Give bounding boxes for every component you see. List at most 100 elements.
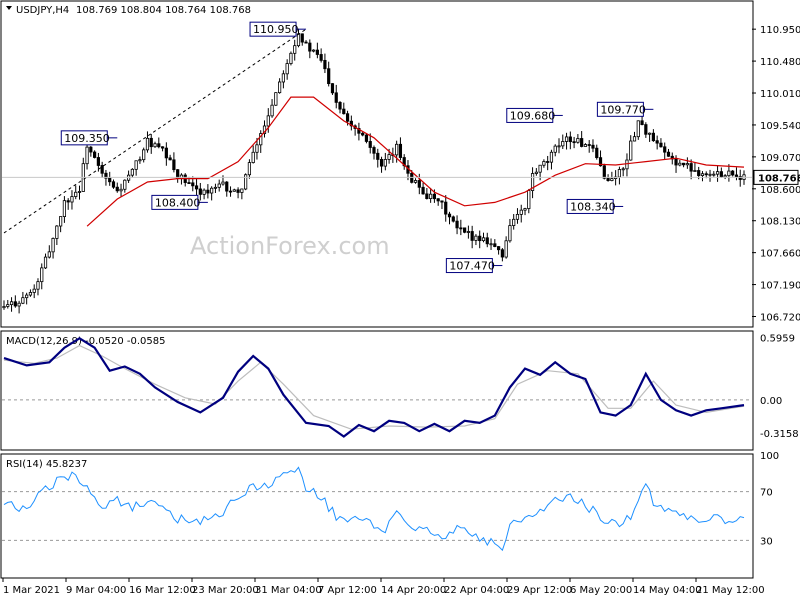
watermark: ActionForex.com [190, 232, 390, 260]
candle-body [508, 225, 512, 242]
candle-body [74, 191, 78, 197]
candle-body [685, 163, 689, 166]
candle-body [66, 200, 70, 203]
macd-tick-label: 0.5959 [760, 334, 795, 345]
candle-body [587, 144, 591, 146]
candle-body [538, 164, 542, 173]
candle-body [236, 189, 240, 193]
candle-body [213, 186, 218, 189]
candle-body [553, 145, 557, 153]
candle-body [666, 151, 671, 157]
candle-body [425, 193, 429, 199]
candle-body [463, 227, 467, 233]
candle-body [451, 216, 455, 222]
candle-body [289, 52, 293, 64]
candle-body [93, 151, 97, 158]
candle-body [546, 161, 550, 163]
candle-body [629, 140, 633, 161]
candle-body [478, 235, 482, 242]
candle-body [485, 237, 489, 245]
price-panel-frame [0, 0, 754, 328]
candle-body [334, 92, 338, 103]
candle-body [293, 45, 297, 54]
time-tick-label: 14 Apr 20:00 [381, 585, 446, 596]
candle-body [179, 174, 184, 179]
price-tick-label: 108.130 [760, 217, 800, 228]
candle-body [372, 147, 376, 154]
candle-body [77, 191, 82, 193]
price-tick-label: 110.480 [760, 57, 800, 68]
candle-body [115, 186, 119, 192]
price-tick-label: 109.540 [760, 121, 800, 132]
rsi-tick-label: 100 [760, 451, 779, 462]
candle-body [134, 160, 138, 170]
candle-body [17, 302, 21, 307]
annotation-label: 109.680 [510, 109, 556, 122]
candle-body [723, 175, 727, 178]
candle-body [255, 144, 259, 153]
candle-body [145, 137, 150, 151]
annotation-label: 107.470 [449, 260, 495, 273]
candle-body [168, 157, 172, 161]
price-tick-label: 109.070 [760, 153, 800, 164]
candle-body [47, 251, 51, 258]
candle-body [519, 209, 523, 215]
time-tick-label: 14 May 04:00 [633, 585, 702, 596]
candle-body [398, 143, 403, 158]
candle-body [383, 159, 387, 167]
candle-body [138, 159, 142, 162]
candle-body [734, 174, 739, 177]
candle-body [674, 158, 678, 166]
candle-body [6, 304, 10, 307]
candle-body [432, 193, 437, 200]
candle-body [300, 33, 304, 43]
candle-body [172, 159, 176, 171]
candle-body [330, 83, 335, 94]
candle-body [459, 227, 463, 230]
candle-body [576, 138, 580, 143]
candle-body [278, 81, 282, 94]
candle-body [304, 41, 308, 44]
candle-body [32, 288, 36, 293]
candle-body [232, 189, 236, 192]
candle-body [621, 168, 625, 171]
candle-body [678, 162, 682, 166]
candle-body [191, 182, 195, 187]
rsi-title: RSI(14) 45.8237 [6, 459, 87, 470]
chart-svg: ActionForex.com USDJPY,H4 108.769 108.80… [0, 0, 800, 596]
candle-body [572, 141, 576, 144]
candle-body [648, 132, 652, 135]
time-tick-label: 1 Mar 2021 [3, 585, 60, 596]
candle-body [123, 179, 127, 190]
rsi-tick-label: 30 [760, 536, 773, 547]
candle-body [315, 49, 319, 55]
candle-body [651, 132, 655, 142]
candle-body [361, 132, 365, 136]
candle-body [119, 188, 123, 192]
candle-body [466, 231, 470, 233]
time-tick-label: 16 Mar 12:00 [129, 585, 196, 596]
candle-body [617, 169, 622, 178]
candle-body [379, 159, 384, 167]
candle-body [444, 201, 448, 215]
candle-body [440, 200, 444, 203]
price-tick-label: 108.600 [760, 185, 800, 196]
candle-body [436, 198, 440, 202]
candle-body [455, 220, 459, 229]
candle-body [663, 146, 667, 153]
candle-body [474, 235, 478, 241]
candle-body [640, 120, 644, 125]
candle-body [523, 208, 527, 211]
candle-body [632, 136, 637, 142]
candle-body [693, 170, 697, 172]
time-tick-label: 22 Apr 04:00 [444, 585, 509, 596]
candle-body [225, 181, 229, 192]
candle-body [153, 143, 157, 148]
candle-body [111, 181, 116, 188]
candle-body [51, 238, 55, 253]
chart-root: ActionForex.com USDJPY,H4 108.769 108.80… [0, 0, 800, 600]
candle-body [395, 143, 399, 156]
candle-body [96, 157, 100, 166]
annotation-label: 109.350 [64, 132, 110, 145]
candle-body [327, 68, 331, 85]
